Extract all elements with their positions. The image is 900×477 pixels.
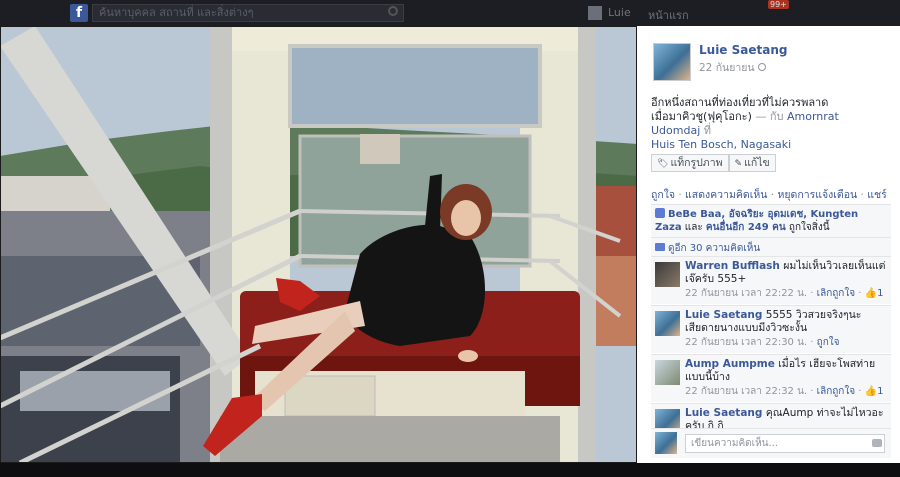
caption-line-2-text: เมื่อมาคิวชู(ฟุคุโอกะ) (651, 110, 752, 123)
photo-viewer[interactable] (0, 26, 637, 463)
top-user-link[interactable]: Luie (608, 6, 631, 19)
comment-time[interactable]: 22 กันยายน เวลา 22:30 น. (685, 337, 807, 348)
home-link[interactable]: หน้าแรก (648, 6, 689, 24)
likes-suffix: ถูกใจสิ่งนี้ (788, 222, 830, 233)
thumbs-up-icon[interactable]: 👍 (865, 386, 877, 397)
comment-item: Aump Aumpme เมื่อไร เฮียจะโพสท่ายแบบนี้บ… (651, 354, 891, 402)
globe-privacy-icon[interactable] (757, 63, 766, 71)
comment-bubble-icon (655, 243, 665, 251)
author-name-link[interactable]: Luie Saetang (699, 43, 787, 57)
camera-icon[interactable] (872, 439, 882, 447)
comment-time[interactable]: 22 กันยายน เวลา 22:32 น. (685, 386, 807, 397)
comment-meta: 22 กันยายน เวลา 22:30 น. · ถูกใจ (685, 337, 840, 348)
separator-dot: · (678, 189, 682, 201)
location-link[interactable]: Huis Ten Bosch, Nagasaki (651, 138, 891, 152)
edit-button[interactable]: ✎ แก้ไข (728, 154, 776, 172)
author-avatar[interactable] (653, 43, 691, 81)
commenter-name-link[interactable]: Luie Saetang (685, 407, 762, 419)
search-icon[interactable] (388, 6, 398, 16)
tag-photo-label: แท็กรูปภาพ (670, 157, 723, 169)
tag-icon: 🏷 (657, 159, 669, 169)
at-prefix: ที่ (703, 124, 712, 137)
notification-badge[interactable]: 99+ (768, 0, 789, 9)
commenter-avatar[interactable] (655, 360, 680, 385)
separator-dot: · (860, 189, 864, 201)
post-date-text[interactable]: 22 กันยายน (699, 62, 755, 74)
caption-line-1: อีกหนึ่งสถานที่ท่องเที่ยวที่ไม่ควรพลาด (651, 96, 829, 109)
view-more-comments-label[interactable]: ดูอีก 30 ความคิดเห็น (668, 243, 760, 254)
tag-photo-button[interactable]: 🏷 แท็กรูปภาพ (651, 154, 729, 172)
like-link[interactable]: ถูกใจ (651, 189, 675, 201)
separator-dot: · (770, 189, 775, 201)
comment-item: Warren Bufflash ผมไม่เห็นวิวเลยเห็นแต่เจ… (651, 256, 891, 304)
comment-time[interactable]: 22 กันยายน เวลา 22:22 น. (685, 288, 807, 299)
likes-row: BeBe Baa, อัจฉริยะ อุดมเดช, Kungten Zaza… (651, 205, 891, 237)
comment-like-count[interactable]: 1 (877, 288, 883, 299)
edit-label: แก้ไข (744, 157, 770, 169)
pencil-icon: ✎ (734, 159, 743, 169)
ferris-wheel-photo (0, 26, 637, 463)
commenter-name-link[interactable]: Aump Aumpme (685, 358, 775, 370)
comment-like-count[interactable]: 1 (877, 386, 883, 397)
comment-item: Luie Saetang คุณAump ท่าจะไม่ไหวอะครับ ก… (651, 403, 891, 434)
post-date[interactable]: 22 กันยายน (699, 59, 766, 76)
photo-action-buttons: 🏷 แท็กรูปภาพ ✎ แก้ไข (651, 154, 776, 172)
current-user-avatar (655, 432, 677, 454)
comment-meta: 22 กันยายน เวลา 22:22 น. · เลิกถูกใจ · 👍… (685, 288, 884, 299)
top-navigation-bar: f ค้นหาบุคคล สถานที่ และสิ่งต่างๆ Luie ห… (0, 0, 900, 26)
with-prefix: — กับ (755, 110, 784, 123)
comment-link[interactable]: แสดงความคิดเห็น (685, 189, 767, 201)
stop-notifications-link[interactable]: หยุดการแจ้งเตือน (777, 189, 857, 201)
comment-like-link[interactable]: เลิกถูกใจ (817, 288, 855, 299)
likes-and: และ (684, 222, 703, 233)
caption-line-2: เมื่อมาคิวชู(ฟุคุโอกะ) — กับ Amornrat Ud… (651, 110, 891, 138)
post-sidebar: Luie Saetang 22 กันยายน อีกหนึ่งสถานที่ท… (637, 26, 900, 463)
post-actions: ถูกใจ · แสดงความคิดเห็น · หยุดการแจ้งเตื… (651, 186, 887, 203)
post-caption: อีกหนึ่งสถานที่ท่องเที่ยวที่ไม่ควรพลาด เ… (651, 96, 891, 152)
bottom-bar (0, 463, 900, 477)
commenter-name-link[interactable]: Luie Saetang (685, 309, 762, 321)
facebook-logo-icon[interactable]: f (70, 4, 88, 22)
likes-summary: BeBe Baa, อัจฉริยะ อุดมเดช, Kungten Zaza… (651, 204, 891, 259)
thumbs-up-icon[interactable]: 👍 (865, 288, 877, 299)
share-link[interactable]: แชร์ (867, 189, 887, 201)
comment-like-link[interactable]: เลิกถูกใจ (817, 386, 855, 397)
thumbs-up-icon (655, 208, 665, 218)
search-input[interactable]: ค้นหาบุคคล สถานที่ และสิ่งต่างๆ (92, 4, 404, 22)
comment-meta: 22 กันยายน เวลา 22:32 น. · เลิกถูกใจ · 👍… (685, 386, 884, 397)
comment-item: Luie Saetang 5555 วิวสวยจริงๆนะ เสียดายน… (651, 305, 891, 353)
likers-others-link[interactable]: คนอื่นอีก 249 คน (706, 222, 786, 233)
reply-box: เขียนความคิดเห็น... (651, 428, 891, 458)
comment-input[interactable]: เขียนความคิดเห็น... (685, 434, 885, 453)
commenter-avatar[interactable] (655, 311, 680, 336)
commenter-name-link[interactable]: Warren Bufflash (685, 260, 780, 272)
commenter-avatar[interactable] (655, 262, 680, 287)
top-user-avatar[interactable] (588, 6, 602, 20)
comment-like-link[interactable]: ถูกใจ (817, 337, 840, 348)
